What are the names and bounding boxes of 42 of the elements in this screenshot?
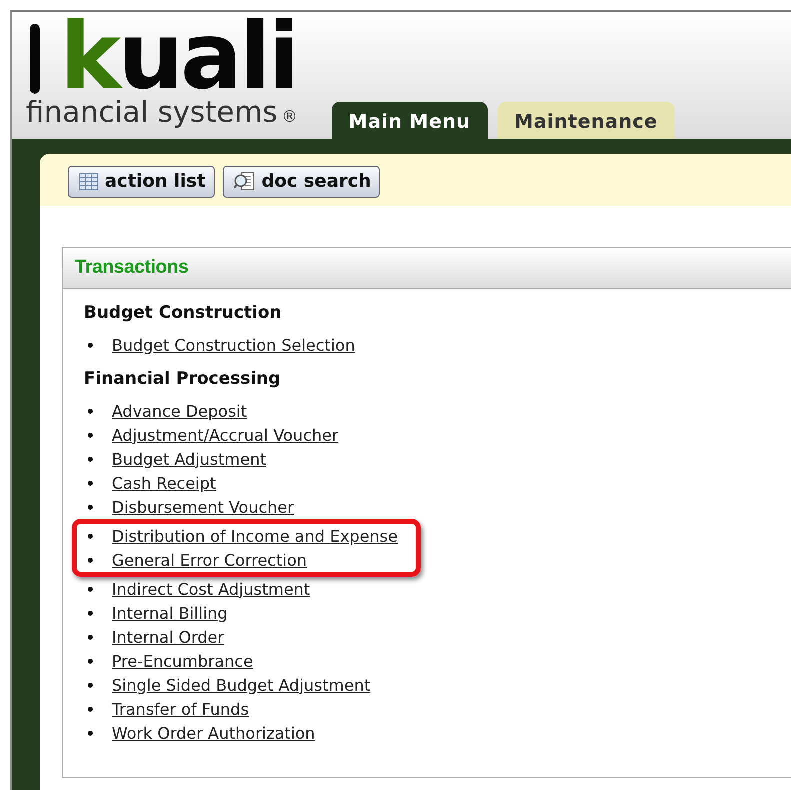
transaction-link[interactable]: Work Order Authorization <box>112 724 316 742</box>
document-magnifier-icon <box>234 172 256 192</box>
transaction-link[interactable]: Advance Deposit <box>112 402 248 420</box>
section-heading: Budget Construction <box>84 303 283 325</box>
transaction-link[interactable]: Indirect Cost Adjustment <box>112 580 310 598</box>
transaction-link[interactable]: Disbursement Voucher <box>112 498 294 516</box>
transaction-link[interactable]: Budget Construction Selection <box>112 336 356 354</box>
bullet-icon <box>88 658 93 664</box>
transaction-link[interactable]: General Error Correction <box>112 550 307 570</box>
doc-search-button[interactable]: doc search <box>222 166 380 198</box>
bullet-icon <box>88 534 93 538</box>
section-heading: Financial Processing <box>84 369 282 391</box>
bullet-icon <box>88 408 93 414</box>
panel-title: Transactions <box>75 257 189 279</box>
logo-wordmark: kuali <box>26 18 298 96</box>
transaction-link[interactable]: Transfer of Funds <box>112 700 250 718</box>
bullet-icon <box>88 558 93 562</box>
transaction-link[interactable]: Pre-Encumbrance <box>112 652 254 670</box>
transaction-link[interactable]: Internal Billing <box>112 604 228 622</box>
bullet-icon <box>88 456 93 462</box>
action-list-button[interactable]: action list <box>68 166 215 198</box>
bullet-icon <box>88 682 93 688</box>
nav-tab[interactable]: Main Menu <box>332 102 488 139</box>
transaction-link[interactable]: Distribution of Income and Expense <box>112 526 398 546</box>
transaction-link[interactable]: Budget Adjustment <box>112 450 266 468</box>
transaction-link[interactable]: Adjustment/Accrual Voucher <box>112 426 339 444</box>
bullet-icon <box>88 504 93 510</box>
logo-tagline: financial systems <box>26 96 278 128</box>
table-icon <box>79 172 99 190</box>
transaction-link[interactable]: Internal Order <box>112 628 224 646</box>
transaction-link[interactable]: Cash Receipt <box>112 474 216 492</box>
nav-tab[interactable]: Maintenance <box>498 102 675 139</box>
bullet-icon <box>88 706 93 712</box>
bullet-icon <box>88 586 93 592</box>
bullet-icon <box>88 480 93 486</box>
bullet-icon <box>88 610 93 616</box>
bullet-icon <box>88 634 93 640</box>
bullet-icon <box>88 730 93 736</box>
transaction-link[interactable]: Single Sided Budget Adjustment <box>112 676 371 694</box>
bullet-icon <box>88 342 93 348</box>
bullet-icon <box>88 432 93 438</box>
registered-mark: ® <box>282 106 298 128</box>
